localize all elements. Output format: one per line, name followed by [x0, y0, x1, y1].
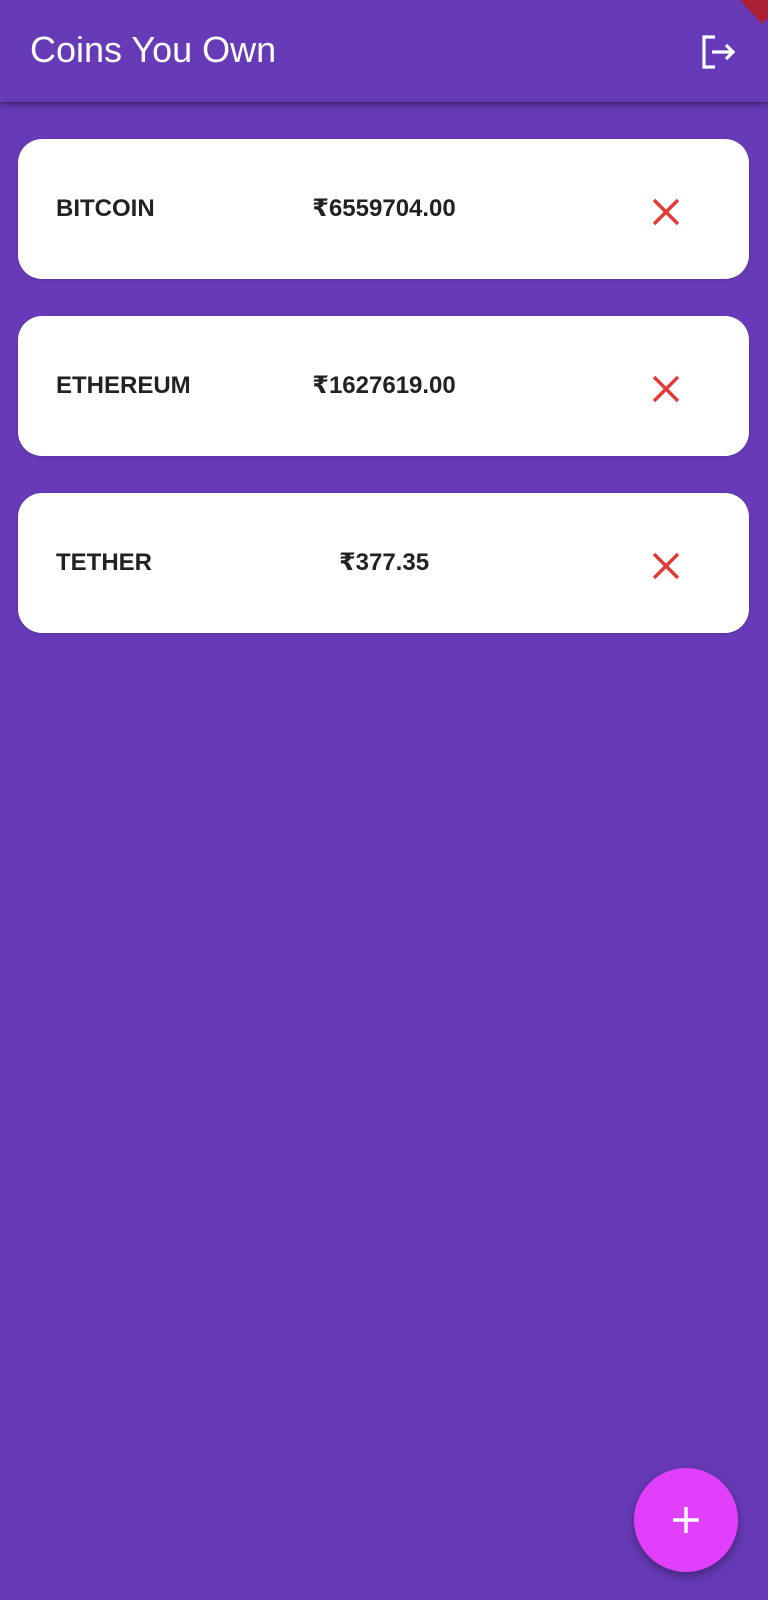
delete-coin-button[interactable] [644, 190, 688, 234]
logout-icon [702, 35, 736, 69]
delete-coin-button[interactable] [644, 367, 688, 411]
close-icon [652, 198, 680, 226]
debug-banner [732, 0, 768, 24]
coin-card-bitcoin: BITCOIN ₹6559704.00 [18, 139, 749, 279]
coin-name: TETHER [56, 549, 152, 576]
delete-coin-button[interactable] [644, 544, 688, 588]
coin-value: ₹377.35 [338, 549, 430, 576]
coin-value: ₹1627619.00 [312, 372, 456, 399]
close-icon [652, 375, 680, 403]
plus-icon [673, 1507, 699, 1533]
coin-card-tether: TETHER ₹377.35 [18, 493, 749, 633]
coin-name: ETHEREUM [56, 372, 191, 399]
close-icon [652, 552, 680, 580]
coin-list: BITCOIN ₹6559704.00 ETHEREUM ₹1627619.00… [18, 139, 749, 670]
logout-button[interactable] [694, 28, 742, 76]
add-coin-button[interactable] [634, 1468, 738, 1572]
page-title: Coins You Own [30, 29, 277, 70]
coin-name: BITCOIN [56, 195, 155, 222]
app-bar: Coins You Own [0, 0, 768, 102]
coin-value: ₹6559704.00 [312, 195, 456, 222]
coin-card-ethereum: ETHEREUM ₹1627619.00 [18, 316, 749, 456]
